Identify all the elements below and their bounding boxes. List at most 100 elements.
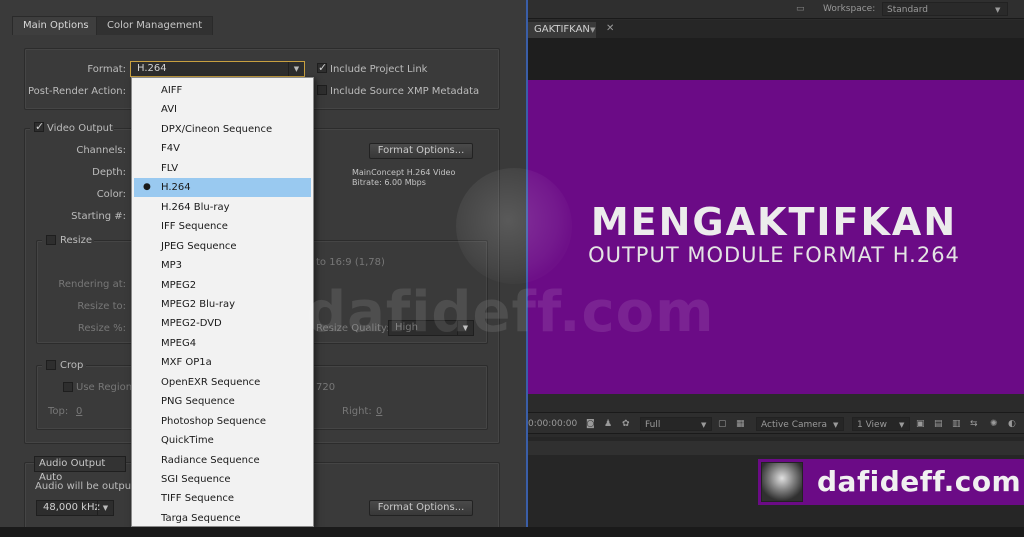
close-icon[interactable]: ✕: [606, 22, 614, 36]
flowchart-icon[interactable]: ⇆: [970, 417, 978, 431]
chevron-down-icon: ▼: [97, 501, 113, 515]
fast-previews-icon[interactable]: ▤: [934, 417, 943, 431]
format-option-label: Photoshop Sequence: [161, 415, 267, 427]
format-option[interactable]: MPEG2: [132, 276, 313, 295]
format-option[interactable]: FLV: [132, 159, 313, 178]
resize-checkbox[interactable]: [46, 235, 56, 245]
crop-size-text: 720: [316, 382, 336, 393]
format-option[interactable]: SGI Sequence: [132, 470, 313, 489]
format-option-label: OpenEXR Sequence: [161, 376, 261, 388]
transparency-grid-icon[interactable]: ▦: [736, 417, 745, 431]
format-option-label: DPX/Cineon Sequence: [161, 123, 273, 135]
dialog-tabbar: Main Options Color Management: [0, 14, 526, 35]
format-option[interactable]: MPEG2-DVD: [132, 314, 313, 333]
chevron-down-icon: ▼: [701, 421, 707, 429]
format-option-label: MPEG2 Blu-ray: [161, 298, 236, 310]
format-option[interactable]: Targa Sequence: [132, 509, 313, 528]
camera-value: Active Camera: [761, 420, 828, 430]
rendering-at-label: Rendering at:: [58, 279, 126, 290]
format-option[interactable]: AIFF: [132, 81, 313, 100]
channels-label: Channels:: [76, 145, 126, 156]
format-option[interactable]: JPEG Sequence: [132, 237, 313, 256]
crop-top-value[interactable]: 0: [76, 406, 82, 417]
format-option[interactable]: PNG Sequence: [132, 392, 313, 411]
brand-banner: dafideff.com: [758, 459, 1024, 505]
chevron-down-icon[interactable]: ▼: [590, 23, 595, 37]
format-option-label: AIFF: [161, 85, 183, 96]
format-option-label: H.264: [161, 182, 191, 194]
video-format-options-button[interactable]: Format Options...: [369, 143, 473, 159]
use-region-checkbox[interactable]: [63, 382, 73, 392]
timecode-display[interactable]: 0:00:00:00: [528, 417, 577, 431]
format-select[interactable]: H.264 ▼: [130, 61, 305, 77]
format-option[interactable]: AVI: [132, 100, 313, 119]
views-select[interactable]: 1 View ▼: [852, 417, 910, 431]
toggle-pixel-aspect-icon[interactable]: ▣: [916, 417, 925, 431]
exposure-icon[interactable]: ✺: [990, 417, 998, 431]
region-of-interest-icon[interactable]: ▢: [718, 417, 727, 431]
format-option[interactable]: MPEG2 Blu-ray: [132, 295, 313, 314]
app-topbar: ▭ Workspace: Standard ▼: [528, 0, 1024, 19]
show-snapshot-icon[interactable]: ♟: [604, 417, 612, 431]
color-label: Color:: [96, 189, 126, 200]
depth-label: Depth:: [92, 167, 126, 178]
color-channels-icon[interactable]: ✿: [622, 417, 630, 431]
audio-output-select[interactable]: Audio Output Auto: [34, 456, 126, 483]
composition-tab[interactable]: GAKTIFKAN: [528, 22, 596, 38]
format-option[interactable]: MP3: [132, 256, 313, 275]
composition-viewer[interactable]: MENGAKTIFKAN OUTPUT MODULE FORMAT H.264: [528, 38, 1024, 394]
timeline-icon[interactable]: ▥: [952, 417, 961, 431]
format-option-label: JPEG Sequence: [161, 240, 237, 252]
include-xmp-checkbox[interactable]: [317, 85, 327, 95]
workspace-label: Workspace:: [823, 4, 876, 14]
selected-bullet-icon: ●: [143, 182, 151, 193]
format-option[interactable]: Photoshop Sequence: [132, 412, 313, 431]
video-output-title: Video Output: [47, 123, 113, 134]
format-option[interactable]: OpenEXR Sequence: [132, 373, 313, 392]
snapshot-icon[interactable]: ◙: [586, 417, 595, 431]
workspace-select[interactable]: Standard ▼: [882, 2, 1008, 16]
aspect-ratio-text: to 16:9 (1,78): [316, 257, 385, 268]
viewer-subtitle: OUTPUT MODULE FORMAT H.264: [588, 243, 960, 267]
workspace-value: Standard: [887, 5, 928, 15]
composition-tabbar: GAKTIFKAN ▼ ✕: [528, 20, 1024, 38]
format-option[interactable]: H.264 Blu-ray: [132, 198, 313, 217]
crop-checkbox[interactable]: [46, 360, 56, 370]
post-render-label: Post-Render Action:: [28, 86, 126, 97]
tab-main-options[interactable]: Main Options: [12, 16, 100, 35]
format-option[interactable]: TIFF Sequence: [132, 489, 313, 508]
chevron-down-icon: ▼: [899, 421, 905, 429]
format-option[interactable]: MPEG4: [132, 334, 313, 353]
format-option-label: MPEG4: [161, 337, 197, 349]
audio-output-text: Audio will be output: [35, 481, 135, 492]
format-option-label: F4V: [161, 143, 180, 155]
resize-percent-label: Resize %:: [77, 323, 126, 334]
format-option-label: MPEG2-DVD: [161, 318, 222, 330]
audio-format-options-button[interactable]: Format Options...: [369, 500, 473, 516]
video-output-checkbox[interactable]: ✓: [34, 120, 44, 133]
format-option[interactable]: QuickTime: [132, 431, 313, 450]
format-option[interactable]: IFF Sequence: [132, 217, 313, 236]
timeline-header: [528, 441, 1024, 455]
tab-color-management[interactable]: Color Management: [96, 16, 214, 35]
format-option[interactable]: F4V: [132, 139, 313, 158]
crop-right-value[interactable]: 0: [376, 406, 382, 417]
format-option-label: MXF OP1a: [161, 357, 212, 369]
format-option-label: TIFF Sequence: [161, 493, 235, 505]
include-project-link-checkbox[interactable]: ✓: [317, 61, 328, 74]
format-option[interactable]: Radiance Sequence: [132, 451, 313, 470]
reset-exposure-icon[interactable]: ◐: [1008, 417, 1016, 431]
include-xmp-label: Include Source XMP Metadata: [330, 86, 480, 97]
format-option[interactable]: ● H.264: [134, 178, 311, 198]
format-option-label: MP3: [161, 260, 183, 272]
chevron-down-icon: ▼: [288, 62, 304, 76]
format-option[interactable]: DPX/Cineon Sequence: [132, 120, 313, 139]
resolution-select[interactable]: Full ▼: [640, 417, 712, 431]
format-option[interactable]: MXF OP1a: [132, 353, 313, 372]
audio-rate-value: 48,000 kHz: [43, 502, 100, 513]
camera-select[interactable]: Active Camera ▼: [756, 417, 844, 431]
resize-to-label: Resize to:: [77, 301, 126, 312]
audio-rate-select[interactable]: 48,000 kHz ▼: [36, 500, 114, 516]
checkmark-icon: ✓: [318, 61, 328, 74]
crop-title: Crop: [60, 360, 84, 371]
